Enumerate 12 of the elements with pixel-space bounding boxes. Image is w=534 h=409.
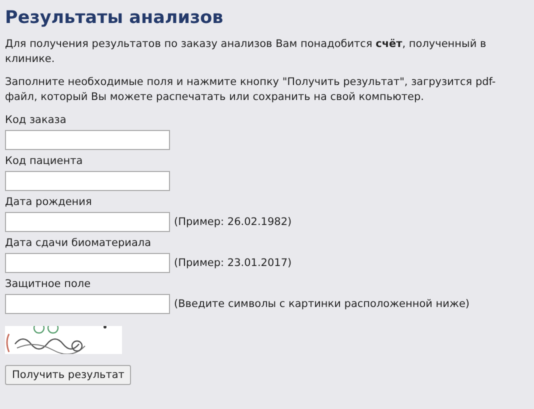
field-hint: (Пример: 26.02.1982) (174, 216, 292, 228)
submit-button[interactable]: Получить результат (5, 365, 132, 385)
instruction-text: Для получения результатов по заказу анализов Вам понадобится счёт, полученный в клинике. (5, 37, 488, 67)
field-label: Код пациента (5, 154, 84, 169)
field-label: Защитное поле (5, 277, 92, 292)
field-hint: (Пример: 23.01.2017) (174, 257, 292, 269)
page-title: Результаты анализов (5, 8, 224, 28)
field-label: Код заказа (5, 113, 68, 128)
field-label: Дата сдачи биоматериала (5, 236, 152, 251)
instruction-text: Заполните необходимые поля и нажмите кнопку "Получить результат", загрузится pdf-файл, который Вы можете распечатать или сохранить на свой компьютер. (5, 75, 497, 105)
field-label: Дата рождения (5, 195, 93, 210)
field-hint: (Введите символы с картинки расположенной ниже) (174, 298, 470, 310)
